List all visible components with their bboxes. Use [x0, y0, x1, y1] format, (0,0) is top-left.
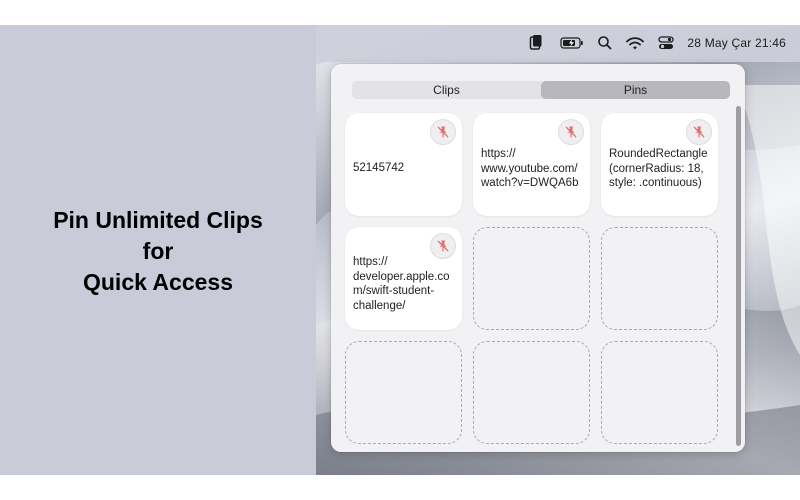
tab-switcher: Clips Pins [352, 81, 730, 99]
clip-text: 52145742 [353, 162, 405, 174]
pinned-clip-card[interactable]: https:// www.youtube.com/ watch?v=DWQA6b [473, 113, 590, 216]
unpin-icon [437, 126, 449, 138]
promo-headline: Pin Unlimited Clips for Quick Access [0, 205, 316, 298]
empty-slot [473, 227, 590, 330]
pins-popover: Clips Pins 52145742 https:// www.youtube… [331, 64, 745, 452]
tab-clips[interactable]: Clips [352, 81, 541, 99]
scrollbar[interactable] [736, 106, 741, 446]
pinned-clip-card[interactable]: https:// developer.apple.co m/swift-stud… [345, 227, 462, 330]
tab-pins[interactable]: Pins [541, 81, 730, 99]
menubar-clock[interactable]: 28 May Çar 21:46 [687, 36, 786, 50]
clip-text: RoundedRectangle (cornerRadius: 18, styl… [609, 148, 708, 189]
unpin-icon [565, 126, 577, 138]
empty-slot [601, 227, 718, 330]
clipboard-app-icon[interactable] [529, 34, 543, 52]
empty-slot [601, 341, 718, 444]
unpin-button[interactable] [430, 119, 456, 145]
promo-panel: Pin Unlimited Clips for Quick Access [0, 25, 316, 475]
unpin-button[interactable] [686, 119, 712, 145]
control-center-icon[interactable] [658, 34, 674, 52]
wifi-icon[interactable] [625, 34, 645, 52]
unpin-icon [693, 126, 705, 138]
headline-line-2: for [142, 238, 174, 264]
clip-text: https:// developer.apple.co m/swift-stud… [353, 256, 450, 312]
headline-line-1: Pin Unlimited Clips [53, 207, 263, 233]
search-icon[interactable] [597, 34, 613, 52]
empty-slot [473, 341, 590, 444]
unpin-icon [437, 240, 449, 252]
screenshot-frame: Pin Unlimited Clips for Quick Access 28 … [0, 25, 800, 475]
empty-slot [345, 341, 462, 444]
unpin-button[interactable] [558, 119, 584, 145]
battery-charging-icon[interactable] [560, 34, 584, 52]
headline-line-3: Quick Access [82, 269, 234, 295]
menu-bar: 28 May Çar 21:46 [316, 25, 800, 62]
pinned-clip-card[interactable]: 52145742 [345, 113, 462, 216]
clip-text: https:// www.youtube.com/ watch?v=DWQA6b [481, 148, 579, 189]
pinned-clip-card[interactable]: RoundedRectangle (cornerRadius: 18, styl… [601, 113, 718, 216]
